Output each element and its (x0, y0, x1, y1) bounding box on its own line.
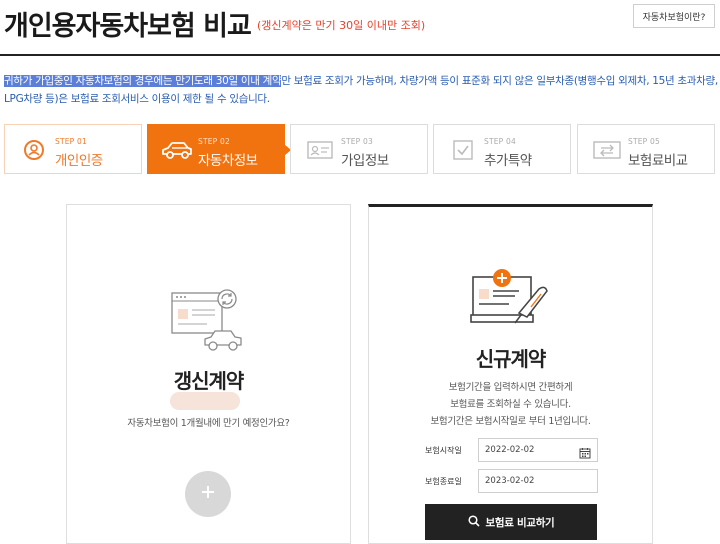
car-icon (160, 137, 194, 163)
help-button[interactable]: 자동차보험이란? (633, 4, 715, 28)
step-label: 보험료비교 (628, 153, 688, 169)
step-car-info[interactable]: STEP 02 자동차정보 (147, 124, 291, 174)
renew-car-icon (167, 287, 247, 357)
renew-contract-card[interactable]: 갱신계약 자동차보험이 1개월내에 만기 예정인가요? (66, 204, 351, 544)
step-additional-options[interactable]: STEP 04 추가특약 (433, 124, 571, 174)
calendar-icon[interactable] (579, 444, 591, 459)
step-number: STEP 04 (484, 137, 516, 146)
step-label: 자동차정보 (198, 153, 258, 169)
new-contract-description-line1: 보험기간을 입력하시면 간편하게 (448, 382, 573, 393)
compare-button-label: 보험료 비교하기 (485, 516, 555, 529)
user-search-icon (17, 137, 51, 163)
renew-contract-description: 자동차보험이 1개월내에 만기 예정인가요? (127, 418, 290, 429)
step-premium-compare[interactable]: STEP 05 보험료비교 (577, 124, 715, 174)
step-number: STEP 02 (198, 137, 230, 146)
new-contract-icon (469, 267, 553, 331)
end-date-input[interactable]: 2023-02-02 (478, 469, 598, 493)
blurred-label (170, 392, 240, 410)
compare-premium-button[interactable]: 보험료 비교하기 (425, 504, 597, 540)
page-title: 개인용자동차보험 비교 (4, 11, 252, 42)
page-header: 개인용자동차보험 비교 (갱신계약은 만기 30일 이내만 조회) 자동차보험이… (0, 0, 720, 56)
step-number: STEP 05 (628, 137, 660, 146)
id-card-icon (303, 137, 337, 163)
step-label: 가입정보 (341, 153, 389, 169)
start-date-label: 보험시작일 (425, 446, 462, 455)
compare-arrows-icon (590, 137, 624, 163)
end-date-label: 보험종료일 (425, 477, 462, 486)
step-number: STEP 01 (55, 137, 87, 146)
new-contract-description-line2: 보험료를 조회하실 수 있습니다. (450, 399, 571, 410)
page-subtitle: (갱신계약은 만기 30일 이내만 조회) (257, 19, 426, 32)
notice-text: 귀하가 가입중인 자동차보험의 경우에는 만기도래 30일 이내 계약만 보험료… (4, 72, 718, 108)
renew-contract-title: 갱신계약 (173, 369, 245, 393)
step-label: 개인인증 (55, 153, 103, 169)
notice-highlighted-text: 귀하가 가입중인 자동차보험의 경우에는 만기도래 30일 이내 계약 (4, 75, 282, 87)
search-icon (467, 514, 480, 530)
step-number: STEP 03 (341, 137, 373, 146)
step-progress: STEP 01 개인인증 STEP 02 자동차정보 STEP 03 가입정보 … (4, 124, 716, 174)
step-label: 추가특약 (484, 153, 532, 169)
renew-add-button[interactable] (185, 471, 231, 517)
plus-icon (200, 484, 216, 504)
new-contract-description-line3: 보험기간은 보험시작일로 부터 1년입니다. (430, 416, 591, 427)
step-subscription-info[interactable]: STEP 03 가입정보 (290, 124, 428, 174)
checkbox-icon (446, 137, 480, 163)
new-contract-title: 신규계약 (475, 347, 547, 371)
new-contract-card: 신규계약 보험기간을 입력하시면 간편하게 보험료를 조회하실 수 있습니다. … (368, 204, 653, 544)
step-personal-auth[interactable]: STEP 01 개인인증 (4, 124, 142, 174)
